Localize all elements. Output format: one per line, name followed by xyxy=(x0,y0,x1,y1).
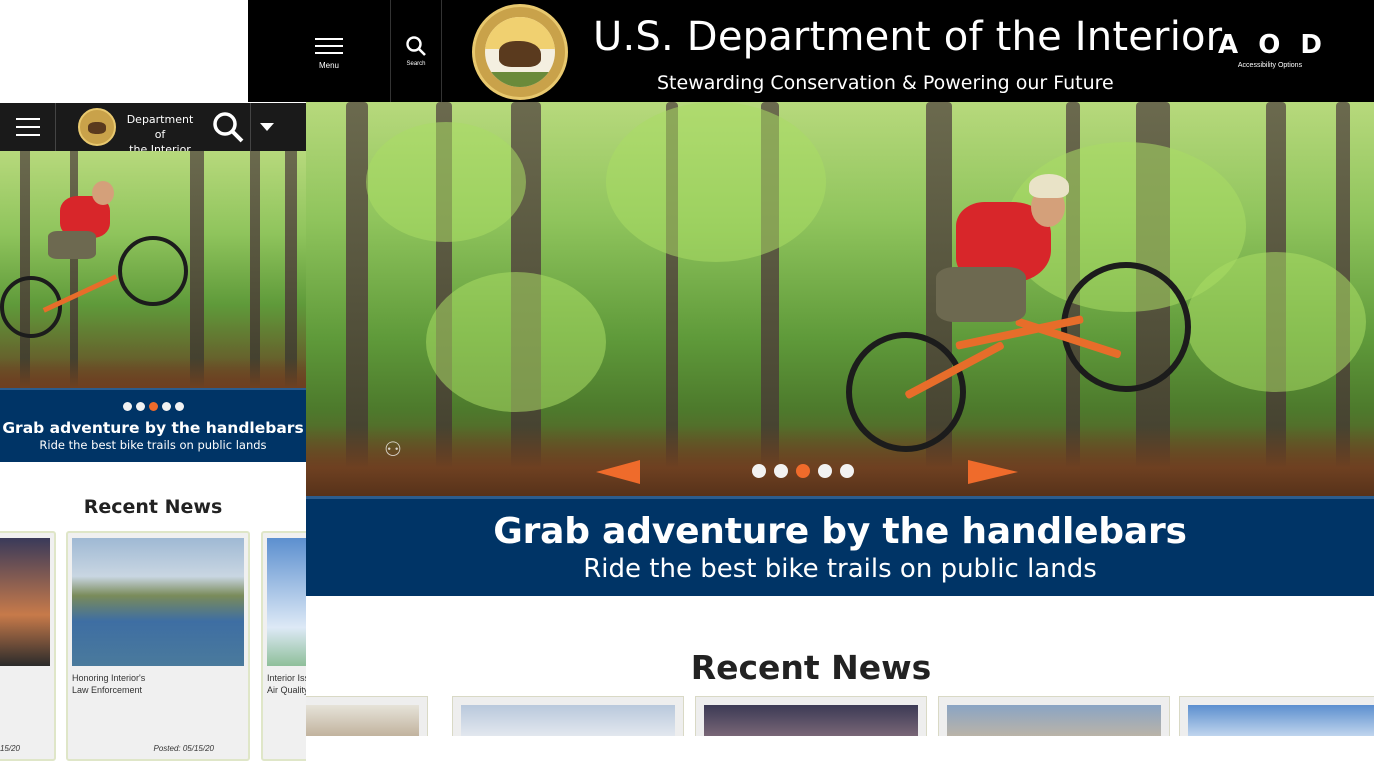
news-card[interactable] xyxy=(306,696,428,736)
slide-dot-active[interactable] xyxy=(796,464,810,478)
hero-slideshow[interactable]: ⚇ xyxy=(306,102,1374,496)
news-card[interactable] xyxy=(452,696,684,736)
dyslexia-font-button[interactable]: D xyxy=(1300,30,1322,60)
search-label: Search xyxy=(406,61,426,67)
hero-headline[interactable]: Grab adventure by the handlebars xyxy=(306,511,1374,552)
mobile-news-card[interactable]: Interior Issu Air Quality xyxy=(261,531,306,761)
contrast-button[interactable]: O xyxy=(1258,30,1280,60)
mobile-preview: Department of the Interior Grab adventur… xyxy=(0,103,306,761)
news-card[interactable] xyxy=(695,696,927,736)
doi-seal-logo[interactable] xyxy=(472,4,568,100)
mobile-header: Department of the Interior xyxy=(0,103,306,156)
site-tagline: Stewarding Conservation & Powering our F… xyxy=(657,72,1114,94)
mobile-search-icon[interactable] xyxy=(210,109,246,145)
mobile-hero-caption[interactable]: Grab adventure by the handlebars Ride th… xyxy=(0,388,306,462)
next-slide-arrow-icon[interactable] xyxy=(968,460,1018,484)
news-card[interactable] xyxy=(938,696,1170,736)
news-card-title[interactable]: Honoring Interior's Law Enforcement xyxy=(72,672,244,696)
bison-icon xyxy=(499,41,541,67)
mobile-news-card[interactable]: 15/20 xyxy=(0,531,56,761)
menu-label: Menu xyxy=(318,60,339,70)
mobile-menu-button[interactable] xyxy=(0,103,56,151)
recent-news-heading: Recent News xyxy=(690,648,932,687)
hero-subhead: Ride the best bike trails on public land… xyxy=(583,554,1097,584)
search-button[interactable]: Search xyxy=(390,0,442,102)
mobile-recent-news-heading: Recent News xyxy=(83,496,223,518)
mobile-dropdown-icon[interactable] xyxy=(250,103,282,151)
news-card[interactable] xyxy=(1179,696,1374,736)
hamburger-icon xyxy=(315,33,343,59)
mobile-slide-indicators xyxy=(0,402,306,411)
mobile-seal-logo[interactable] xyxy=(78,108,116,146)
search-icon xyxy=(406,36,426,56)
slide-dot[interactable] xyxy=(818,464,832,478)
slide-dot[interactable] xyxy=(840,464,854,478)
news-card-date: 15/20 xyxy=(0,744,20,753)
mobile-news-card[interactable]: Honoring Interior's Law Enforcement Post… xyxy=(66,531,250,761)
slide-indicators xyxy=(752,464,854,478)
news-card-date: Posted: 05/15/20 xyxy=(153,744,215,753)
mountain-biker xyxy=(846,142,1206,482)
accessibility-label: Accessibility Options xyxy=(1237,62,1303,69)
news-carousel xyxy=(306,696,1374,736)
site-header: Menu Search U.S. Department of the Inter… xyxy=(248,0,1374,102)
slide-dot[interactable] xyxy=(774,464,788,478)
hero-caption[interactable]: Grab adventure by the handlebars Ride th… xyxy=(306,496,1374,596)
mobile-hero-subhead: Ride the best bike trails on public land… xyxy=(39,438,267,452)
photo-credit-icon[interactable]: ⚇ xyxy=(384,437,402,462)
news-card-title[interactable]: Interior Issu Air Quality xyxy=(267,672,306,696)
accessibility-options[interactable]: A O D Accessibility Options xyxy=(1218,30,1322,80)
previous-slide-arrow-icon[interactable] xyxy=(596,460,640,484)
site-title[interactable]: U.S. Department of the Interior xyxy=(593,14,1222,60)
slide-dot[interactable] xyxy=(752,464,766,478)
text-size-button[interactable]: A xyxy=(1218,30,1238,60)
mobile-hero-photo[interactable] xyxy=(0,151,306,388)
menu-button[interactable]: Menu xyxy=(248,0,390,102)
mobile-hero-headline[interactable]: Grab adventure by the handlebars xyxy=(0,419,306,437)
